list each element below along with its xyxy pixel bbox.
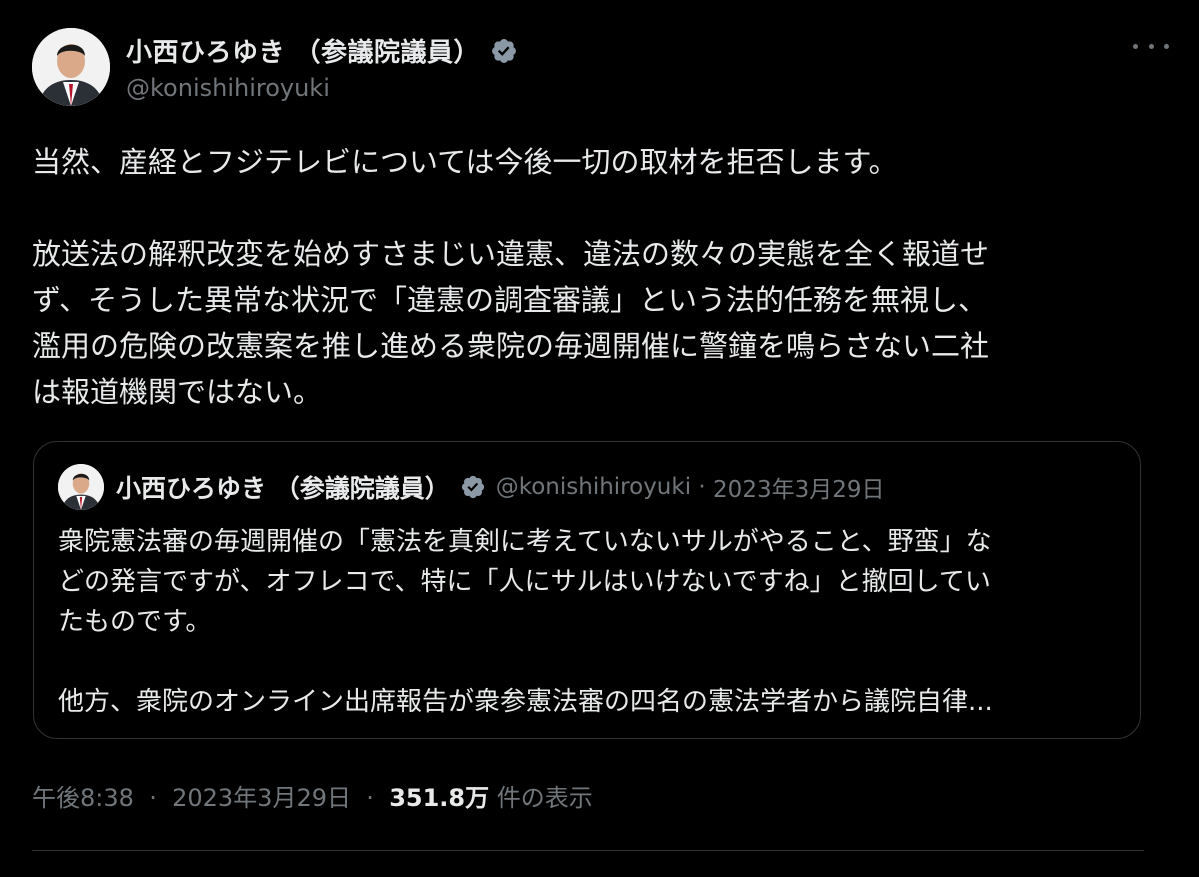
- views-count: 351.8万: [389, 784, 490, 812]
- quoted-author-avatar: [58, 464, 104, 510]
- more-dot: [1148, 43, 1154, 49]
- divider: [32, 850, 1144, 851]
- tweet-line: 放送法の解釈改変を始めすさまじい違憲、違法の数々の実態を全く報道せ: [32, 237, 990, 271]
- views-label: 件の表示: [496, 784, 593, 812]
- quoted-tweet-header: 小西ひろゆき （参議院議員） @konishihiroyuki · 2023年3…: [58, 464, 884, 510]
- meta-separator: ·: [366, 784, 374, 812]
- quoted-tweet[interactable]: 小西ひろゆき （参議院議員） @konishihiroyuki · 2023年3…: [33, 441, 1141, 739]
- author-display-name[interactable]: 小西ひろゆき （参議院議員）: [126, 32, 480, 69]
- quoted-tweet-body: 衆院憲法審の毎週開催の「憲法を真剣に考えていないサルがやること、野蛮」な どの発…: [58, 522, 1118, 722]
- tweet-meta: 午後8:38 · 2023年3月29日 · 351.8万 件の表示: [32, 778, 593, 813]
- quoted-tweet-line: どの発言ですが、オフレコで、特に「人にサルはいけないですね」と撤回してい: [58, 567, 991, 597]
- quoted-author-handle: @konishihiroyuki: [495, 474, 692, 500]
- more-dot: [1133, 43, 1138, 49]
- tweet-body: 当然、産経とフジテレビについては今後一切の取材を拒否します。 放送法の解釈改変を…: [32, 139, 1152, 415]
- verified-badge-icon[interactable]: [490, 37, 518, 65]
- more-dot: [1164, 43, 1169, 49]
- meta-separator: ·: [149, 784, 157, 812]
- tweet-line: ず、そうした異常な状況で「違憲の調査審議」という法的任務を無視し、: [32, 283, 987, 317]
- quoted-meta-separator: ·: [698, 474, 706, 500]
- tweet-date[interactable]: 2023年3月29日: [172, 784, 351, 812]
- author-avatar[interactable]: [32, 28, 110, 106]
- tweet-line: は報道機関ではない。: [32, 375, 323, 409]
- quoted-author-display-name: 小西ひろゆき （参議院議員）: [116, 474, 450, 503]
- quoted-tweet-date: 2023年3月29日: [713, 477, 885, 503]
- tweet-paragraph: 当然、産経とフジテレビについては今後一切の取材を拒否します。: [32, 145, 898, 179]
- author-handle[interactable]: @konishihiroyuki: [126, 74, 330, 102]
- avatar-photo-icon: [32, 28, 110, 106]
- tweet-time[interactable]: 午後8:38: [32, 784, 134, 812]
- tweet-paragraph: 放送法の解釈改変を始めすさまじい違憲、違法の数々の実態を全く報道せ ず、そうした…: [32, 231, 1152, 415]
- quoted-tweet-line: たものです。: [58, 607, 212, 637]
- quoted-tweet-line: 他方、衆院のオンライン出席報告が衆参憲法審の四名の憲法学者から議院自律...: [58, 687, 993, 717]
- quoted-tweet-line: 衆院憲法審の毎週開催の「憲法を真剣に考えていないサルがやること、野蛮」な: [58, 527, 992, 557]
- verified-badge-icon: [460, 474, 486, 500]
- more-options-icon[interactable]: [1133, 34, 1169, 58]
- tweet-card: 小西ひろゆき （参議院議員） @konishihiroyuki 当然、産経とフジ…: [0, 0, 1199, 877]
- author-name-row: 小西ひろゆき （参議院議員）: [126, 32, 518, 69]
- tweet-line: 濫用の危険の改憲案を推し進める衆院の毎週開催に警鐘を鳴らさない二社: [32, 329, 990, 363]
- avatar-photo-icon: [58, 464, 104, 510]
